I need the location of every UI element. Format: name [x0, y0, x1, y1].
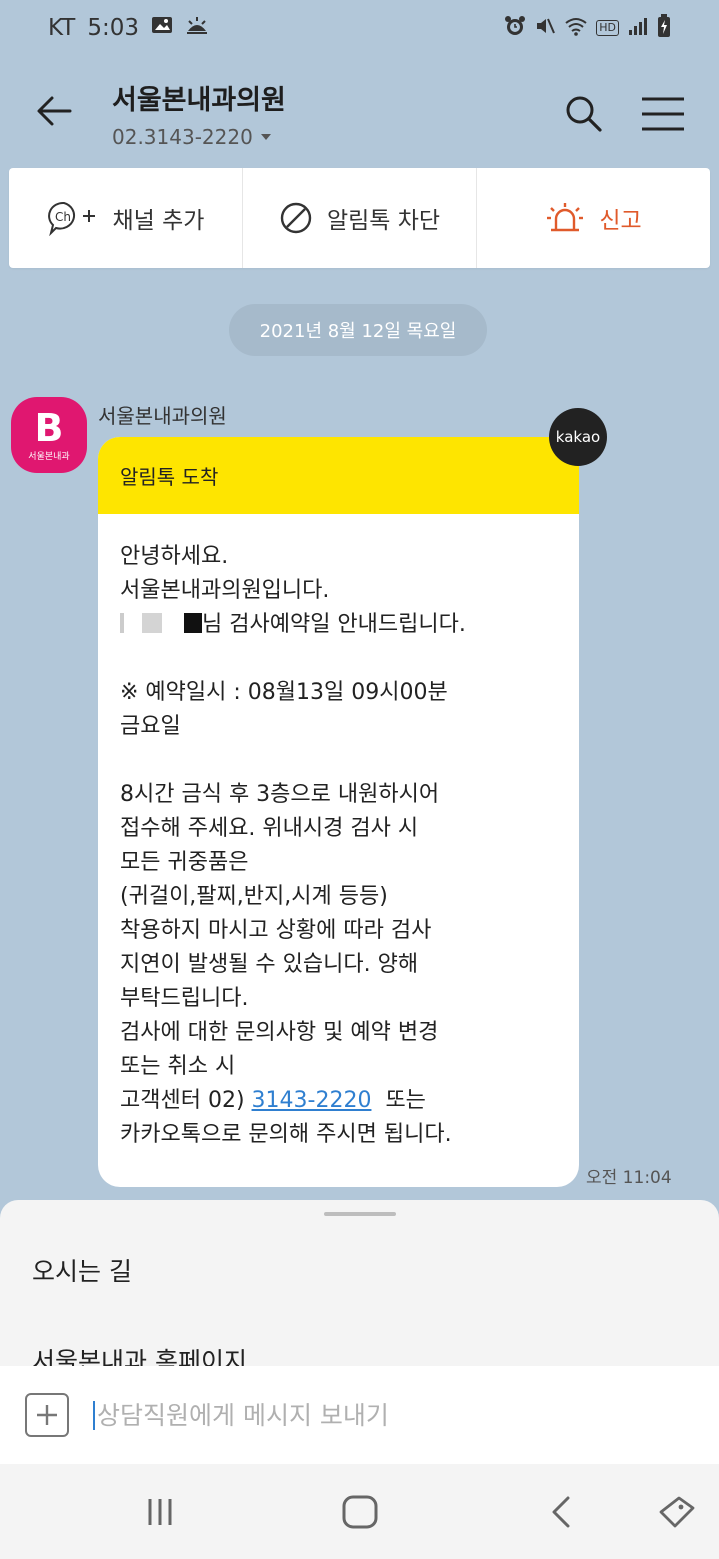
chevron-left-icon: [552, 1496, 570, 1528]
mute-icon: [534, 15, 556, 42]
redacted-name: [120, 610, 202, 633]
directions-menu-item[interactable]: 오시는 길: [32, 1252, 132, 1288]
back-nav-button[interactable]: [538, 1489, 586, 1535]
weather-icon: [185, 15, 209, 41]
phone-link[interactable]: 3143-2220: [252, 1088, 372, 1113]
status-bar: KT 5:03 HD: [0, 0, 719, 56]
avatar-logo: B: [34, 405, 64, 450]
svg-text:Ch: Ch: [55, 210, 71, 224]
recent-apps-button[interactable]: [136, 1489, 184, 1535]
system-nav-bar: [0, 1464, 719, 1559]
siren-icon: [547, 203, 584, 232]
hd-icon: HD: [596, 20, 619, 36]
bubble-header: 알림톡 도착: [98, 437, 579, 514]
back-button[interactable]: [30, 86, 80, 136]
block-icon: [280, 202, 312, 234]
menu-sheet: 오시는 길 서울본내과 홈페이지: [0, 1200, 719, 1370]
avatar[interactable]: B 서울본내과: [11, 397, 87, 473]
message-input[interactable]: [93, 1400, 653, 1430]
alarm-icon: [504, 15, 526, 42]
plus-icon: [37, 1405, 57, 1425]
report-button[interactable]: 신고: [477, 168, 710, 268]
keyboard-toggle-button[interactable]: [652, 1489, 700, 1535]
kakao-badge: kakao: [549, 408, 607, 466]
battery-icon: [657, 13, 671, 43]
channel-action-bar: Ch 채널 추가 알림톡 차단 신고: [9, 168, 710, 268]
chat-header: 서울본내과의원 02.3143-2220: [0, 56, 719, 168]
message-composer: [0, 1366, 719, 1464]
carrier-label: KT: [48, 15, 76, 41]
block-alimtalk-button[interactable]: 알림톡 차단: [243, 168, 477, 268]
phone-dropdown[interactable]: 02.3143-2220: [112, 125, 286, 149]
sender-name: 서울본내과의원: [98, 404, 227, 428]
search-button[interactable]: [560, 90, 608, 138]
message-bubble: 알림톡 도착 안녕하세요. 서울본내과의원입니다. 님 검사예약일 안내드립니다…: [98, 437, 579, 1187]
gallery-icon: [151, 15, 173, 41]
home-icon: [342, 1495, 378, 1529]
chat-title: 서울본내과의원: [112, 85, 286, 116]
report-label: 신고: [599, 208, 642, 234]
sheet-handle[interactable]: [324, 1212, 396, 1216]
block-alimtalk-label: 알림톡 차단: [326, 208, 441, 234]
caret-down-icon: [260, 134, 271, 140]
date-divider: 2021년 8월 12일 목요일: [229, 304, 487, 356]
recent-apps-icon: [148, 1499, 172, 1525]
phone-number: 02.3143-2220: [112, 125, 253, 149]
add-channel-label: 채널 추가: [112, 208, 205, 234]
back-arrow-icon: [37, 96, 72, 126]
message-time: 오전 11:04: [586, 1168, 672, 1188]
message-text: 안녕하세요. 서울본내과의원입니다. 님 검사예약일 안내드립니다. ※ 예약일…: [98, 514, 579, 1152]
attach-button[interactable]: [25, 1393, 69, 1437]
channel-add-icon: Ch: [47, 201, 95, 236]
avatar-caption: 서울본내과: [28, 451, 70, 462]
hamburger-menu-icon: [642, 97, 684, 131]
message-line-1: 안녕하세요. 서울본내과의원입니다.: [120, 544, 330, 603]
menu-button[interactable]: [638, 90, 688, 138]
search-icon: [566, 96, 602, 132]
message-line-2: 님 검사예약일 안내드립니다. ※ 예약일시 : 08월13일 09시00분 금…: [120, 612, 466, 1113]
clock: 5:03: [87, 15, 140, 41]
add-channel-button[interactable]: Ch 채널 추가: [9, 168, 243, 268]
wifi-icon: [564, 16, 588, 41]
home-button[interactable]: [336, 1489, 384, 1535]
tag-icon: [659, 1496, 695, 1528]
signal-icon: [627, 16, 649, 41]
